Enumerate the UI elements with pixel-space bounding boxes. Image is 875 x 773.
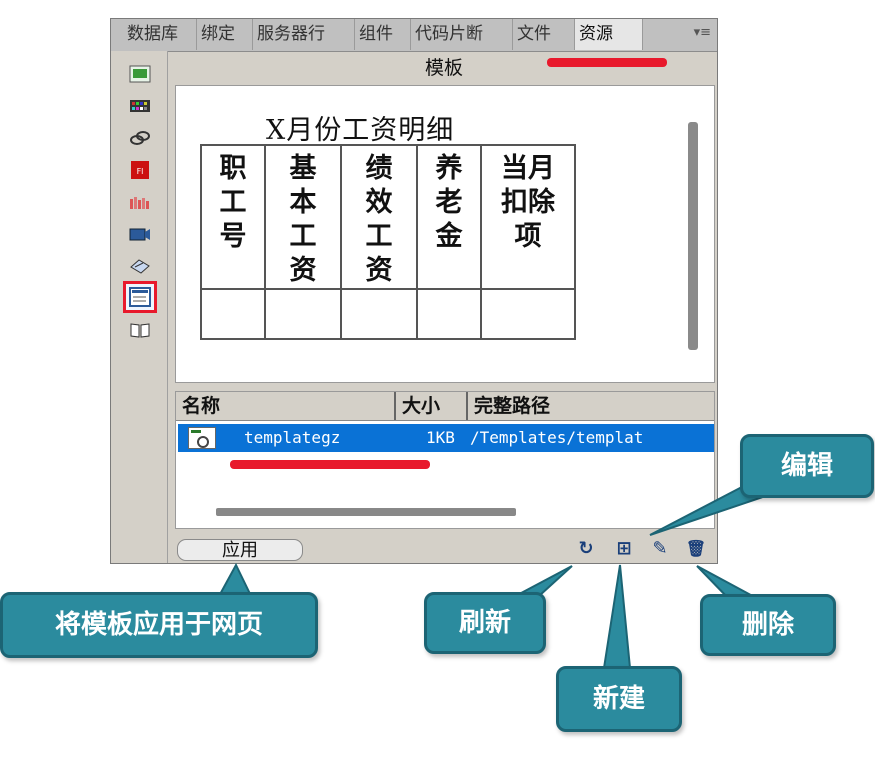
callout-new: 新建	[556, 666, 682, 732]
callout-edit: 编辑	[740, 434, 874, 498]
callout-apply: 将模板应用于网页	[0, 592, 318, 658]
callout-delete: 删除	[700, 594, 836, 656]
callout-refresh: 刷新	[424, 592, 546, 654]
